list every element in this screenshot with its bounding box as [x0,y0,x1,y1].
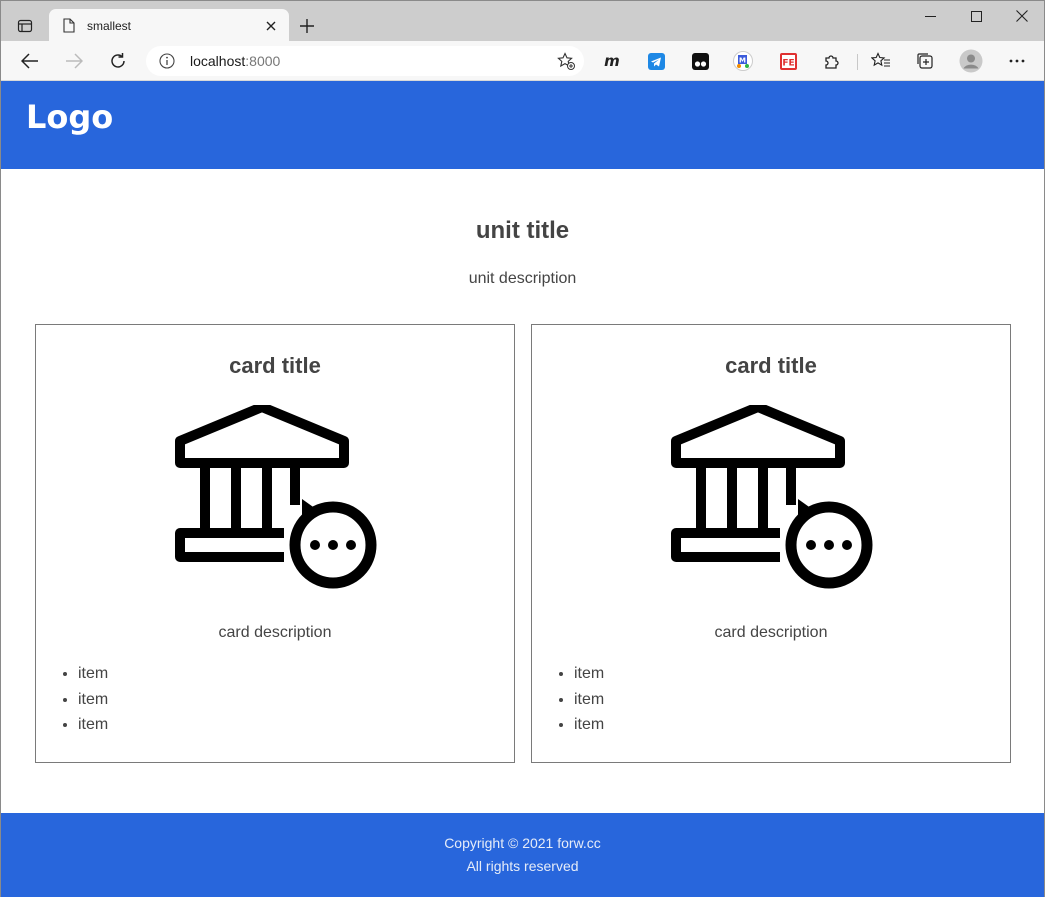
svg-text:M: M [739,57,746,65]
tab-actions-icon[interactable] [11,12,39,40]
new-tab-icon[interactable] [295,14,319,38]
telegram-extension-icon[interactable] [646,51,666,71]
list-item: item [78,664,108,690]
card-description: card description [714,624,828,641]
unit-description: unit description [468,270,577,287]
logo[interactable]: Logo [26,98,113,136]
close-tab-icon[interactable] [261,16,281,36]
card-item-list: item item item [574,664,604,741]
fe-extension-icon[interactable]: FE [778,51,798,71]
extensions-puzzle-icon[interactable] [822,51,842,71]
list-item: item [574,690,604,716]
page-icon [61,18,77,34]
forward-icon[interactable] [59,46,89,76]
tab-strip: smallest [1,1,1045,42]
card-description: card description [218,624,332,641]
collections-icon[interactable] [915,51,935,71]
more-menu-icon[interactable] [1007,51,1027,71]
minimize-icon[interactable] [907,1,953,31]
maximize-icon[interactable] [953,1,999,31]
bank-chat-icon [174,402,378,589]
unit-title: unit title [475,217,570,244]
back-icon[interactable] [15,46,45,76]
address-bar[interactable]: localhost:8000 [146,46,584,76]
m-extension-icon[interactable]: m [602,51,622,71]
rights-text: All rights reserved [466,858,579,874]
site-header: Logo [1,81,1044,169]
url-host: localhost [190,53,246,69]
tab-title: smallest [87,18,132,33]
card-title: card title [229,353,321,378]
card: card title card description item item it… [35,324,515,763]
card-title: card title [725,353,817,378]
refresh-icon[interactable] [103,46,133,76]
copyright-text: Copyright © 2021 forw.cc [444,835,601,851]
profile-avatar-icon[interactable] [959,49,983,73]
list-item: item [78,715,108,741]
list-item: item [574,715,604,741]
site-info-icon[interactable] [158,52,176,70]
favorites-icon[interactable] [871,51,891,71]
list-item: item [78,690,108,716]
url-port: :8000 [245,53,281,69]
card-item-list: item item item [78,664,108,741]
list-item: item [574,664,604,690]
add-favorite-icon[interactable] [556,51,576,71]
close-window-icon[interactable] [999,1,1045,31]
tampermonkey-extension-icon[interactable] [690,51,710,71]
browser-toolbar: localhost:8000 m M FE [1,41,1044,81]
browser-tab[interactable]: smallest [49,9,289,42]
site-footer: Copyright © 2021 forw.cc All rights rese… [1,813,1044,897]
m-badge-extension-icon[interactable]: M [733,51,753,71]
svg-text:FE: FE [782,58,794,68]
toolbar-separator [857,54,858,70]
bank-chat-icon [670,402,874,589]
url-text: localhost:8000 [190,53,280,69]
card: card title card description item item it… [531,324,1011,763]
